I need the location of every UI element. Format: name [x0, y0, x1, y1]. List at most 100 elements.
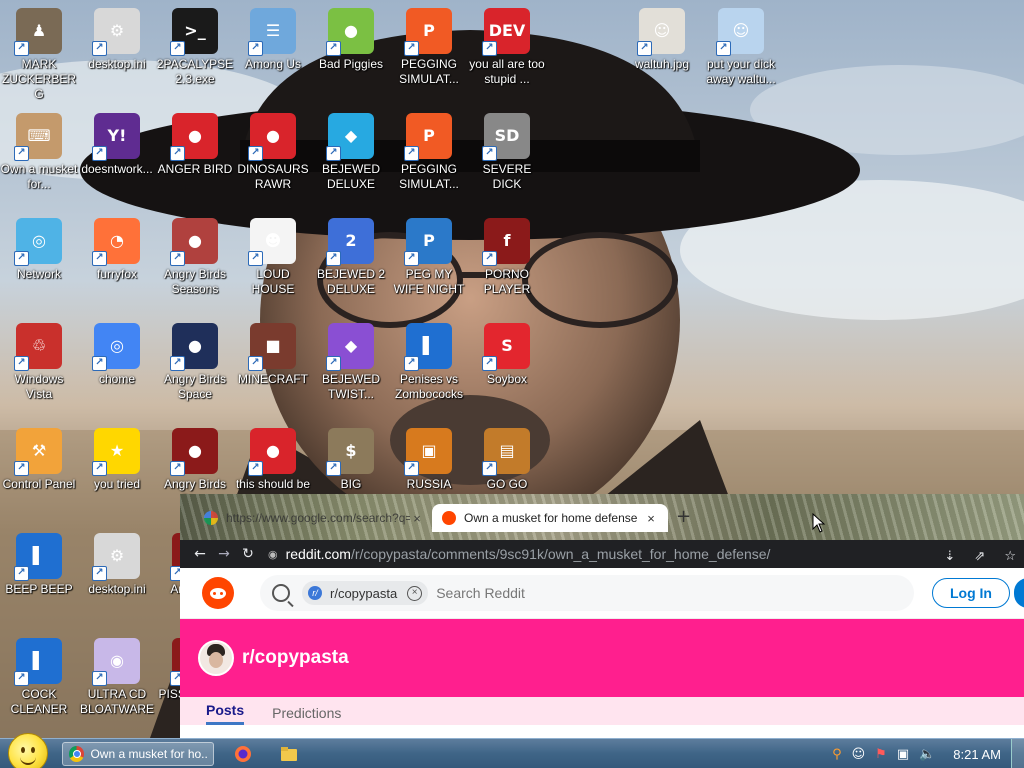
desktop-icon[interactable]: ◎ ↗ chome — [78, 323, 156, 387]
shortcut-arrow-icon: ↗ — [326, 41, 341, 56]
desktop-icon-label: BEJEWED DELUXE — [321, 162, 380, 191]
desktop-icon[interactable]: ♟ ↗ MARK ZUCKERBERG — [0, 8, 78, 102]
subreddit-search-chip[interactable]: r/ r/copypasta × — [302, 581, 429, 605]
desktop-icon[interactable]: ● ↗ ANGER BIRD — [156, 113, 234, 177]
shortcut-arrow-icon: ↗ — [14, 461, 29, 476]
desktop-icon-label: Angry Birds Space — [163, 372, 227, 401]
tab-posts[interactable]: Posts — [206, 702, 245, 725]
app-icon: ★ ↗ — [92, 428, 140, 476]
install-app-icon[interactable]: ⇣ — [944, 549, 955, 564]
clock[interactable]: 8:21 AM — [953, 747, 1001, 762]
shortcut-arrow-icon: ↗ — [92, 671, 107, 686]
desktop-icon[interactable]: ☰ ↗ Among Us — [234, 8, 312, 72]
search-input[interactable]: r/ r/copypasta × Search Reddit — [260, 575, 914, 611]
app-icon: Y! ↗ — [92, 113, 140, 161]
action-center-flag-icon[interactable]: ⚑ — [875, 747, 887, 762]
desktop-icon[interactable]: 2 ↗ BEJEWED 2 DELUXE — [312, 218, 390, 297]
desktop-icon[interactable]: ● ↗ Angry Birds Seasons — [156, 218, 234, 297]
shortcut-arrow-icon: ↗ — [326, 146, 341, 161]
desktop-icon[interactable]: DEV ↗ you all are too stupid ... — [468, 8, 546, 87]
desktop-icon-label: GO GO — [486, 477, 528, 491]
desktop-icon[interactable]: ⚒ ↗ Control Panel — [0, 428, 78, 492]
back-button[interactable]: ← — [188, 546, 212, 562]
search-tray-icon[interactable]: ⚲ — [832, 747, 842, 762]
shortcut-arrow-icon: ↗ — [482, 251, 497, 266]
desktop-icon[interactable]: ◉ ↗ ULTRA CD BLOATWARE — [78, 638, 156, 717]
forward-button[interactable]: → — [212, 546, 236, 562]
desktop-icon[interactable]: P ↗ PEGGING SIMULAT... — [390, 8, 468, 87]
tab-title: Own a musket for home defense — [464, 511, 638, 525]
google-favicon-icon — [204, 511, 218, 525]
clear-chip-icon[interactable]: × — [407, 585, 423, 601]
desktop-icon[interactable]: ● ↗ Bad Piggies — [312, 8, 390, 72]
close-tab-icon[interactable]: × — [644, 511, 658, 526]
desktop-icon[interactable]: ◆ ↗ BEJEWED TWIST... — [312, 323, 390, 402]
desktop-icon[interactable]: ◆ ↗ BEJEWED DELUXE — [312, 113, 390, 192]
tab-reddit-post[interactable]: Own a musket for home defense × — [432, 504, 668, 532]
signup-button[interactable] — [1014, 578, 1024, 608]
desktop-icon[interactable]: ● ↗ DINOSAURS RAWR — [234, 113, 312, 192]
start-orb-eye — [21, 747, 25, 753]
desktop-icon[interactable]: ◔ ↗ furryfox — [78, 218, 156, 282]
desktop-icon[interactable]: ● ↗ Angry Birds Space — [156, 323, 234, 402]
show-desktop-button[interactable] — [1011, 739, 1024, 768]
desktop-icon-label: BEEP BEEP — [5, 582, 73, 596]
desktop-icon[interactable]: ◎ ↗ Network — [0, 218, 78, 282]
subreddit-title[interactable]: r/copypasta — [242, 647, 349, 669]
close-tab-icon[interactable]: × — [410, 511, 424, 526]
desktop-icon[interactable]: Y! ↗ doesntwork... — [78, 113, 156, 177]
desktop-icon[interactable]: ☻ ↗ LOUD HOUSE — [234, 218, 312, 297]
app-icon: DEV ↗ — [482, 8, 530, 56]
desktop-icon[interactable]: ☺ ↗ put your dick away waltu... — [702, 8, 780, 87]
desktop-icon-label: BIG — [340, 477, 362, 491]
desktop-icon[interactable]: $ ↗ BIG — [312, 428, 390, 492]
desktop-icon[interactable]: ♲ ↗ Windows Vista — [0, 323, 78, 402]
desktop-icon[interactable]: P ↗ PEGGING SIMULAT... — [390, 113, 468, 192]
desktop-icon-label: SEVERE DICK — [482, 162, 532, 191]
desktop-icon[interactable]: ▣ ↗ RUSSIA — [390, 428, 468, 492]
tab-google-search[interactable]: https://www.google.com/search?q=... × — [194, 504, 434, 532]
desktop-icon[interactable]: ⌨ ↗ Own a musket for... — [0, 113, 78, 192]
desktop-icon[interactable]: S ↗ Soybox — [468, 323, 546, 387]
bookmark-star-icon[interactable]: ☆ — [1004, 549, 1016, 564]
desktop-icon[interactable]: ■ ↗ MINECRAFT — [234, 323, 312, 387]
login-button[interactable]: Log In — [932, 578, 1010, 608]
app-icon: $ ↗ — [326, 428, 374, 476]
desktop-icon[interactable]: ▤ ↗ GO GO — [468, 428, 546, 492]
shortcut-arrow-icon: ↗ — [404, 41, 419, 56]
desktop-icon-label: furryfox — [96, 267, 137, 281]
reload-button[interactable]: ↻ — [236, 546, 260, 562]
file-explorer-icon[interactable] — [280, 745, 298, 763]
start-button[interactable] — [8, 733, 48, 768]
address-bar[interactable]: ◉ reddit.com/r/copypasta/comments/9sc91k… — [268, 546, 922, 562]
tab-predictions[interactable]: Predictions — [272, 705, 341, 725]
desktop-icon[interactable]: ▌ ↗ BEEP BEEP — [0, 533, 78, 597]
desktop-icon-label: BEJEWED TWIST... — [321, 372, 380, 401]
app-icon: ●↗ — [326, 8, 374, 56]
reddit-logo-icon[interactable] — [202, 577, 234, 609]
firefox-icon[interactable] — [234, 745, 252, 763]
desktop-icon[interactable]: f ↗ PORNO PLAYER — [468, 218, 546, 297]
desktop-icon[interactable]: ⚙ ↗ desktop.ini — [78, 533, 156, 597]
desktop-icon[interactable]: ⚙ ↗ desktop.ini — [78, 8, 156, 72]
share-icon[interactable]: ⇗ — [974, 549, 985, 564]
new-tab-button[interactable]: + — [676, 506, 691, 527]
app-icon: ●↗ — [170, 113, 218, 161]
app-icon: ●↗ — [170, 323, 218, 371]
volume-icon[interactable]: 🔈 — [919, 747, 935, 762]
smiley-tray-icon[interactable]: ☺ — [852, 747, 866, 762]
network-tray-icon[interactable]: ▣ — [897, 747, 909, 762]
desktop-icon[interactable]: ▌ ↗ Penises vs Zombococks — [390, 323, 468, 402]
desktop-icon[interactable]: >_ ↗ 2PACALYPSE 2.3.exe — [156, 8, 234, 87]
subreddit-banner: r/copypasta — [180, 619, 1024, 697]
desktop-icon[interactable]: ▌ ↗ COCK CLEANER — [0, 638, 78, 717]
desktop-icon-label: COCK CLEANER — [10, 687, 68, 716]
desktop-icon[interactable]: ★ ↗ you tried — [78, 428, 156, 492]
app-icon: ⚙ ↗ — [92, 8, 140, 56]
taskbar-chrome-window[interactable]: Own a musket for ho... — [62, 742, 214, 766]
desktop-icon[interactable]: ☺ ↗ waltuh.jpg — [623, 8, 701, 72]
desktop-icon-label: waltuh.jpg — [634, 57, 690, 71]
desktop-icon[interactable]: P ↗ PEG MY WIFE NIGHT — [390, 218, 468, 297]
desktop-icon[interactable]: SD ↗ SEVERE DICK — [468, 113, 546, 192]
desktop-icon[interactable]: ● ↗ this should be — [234, 428, 312, 492]
